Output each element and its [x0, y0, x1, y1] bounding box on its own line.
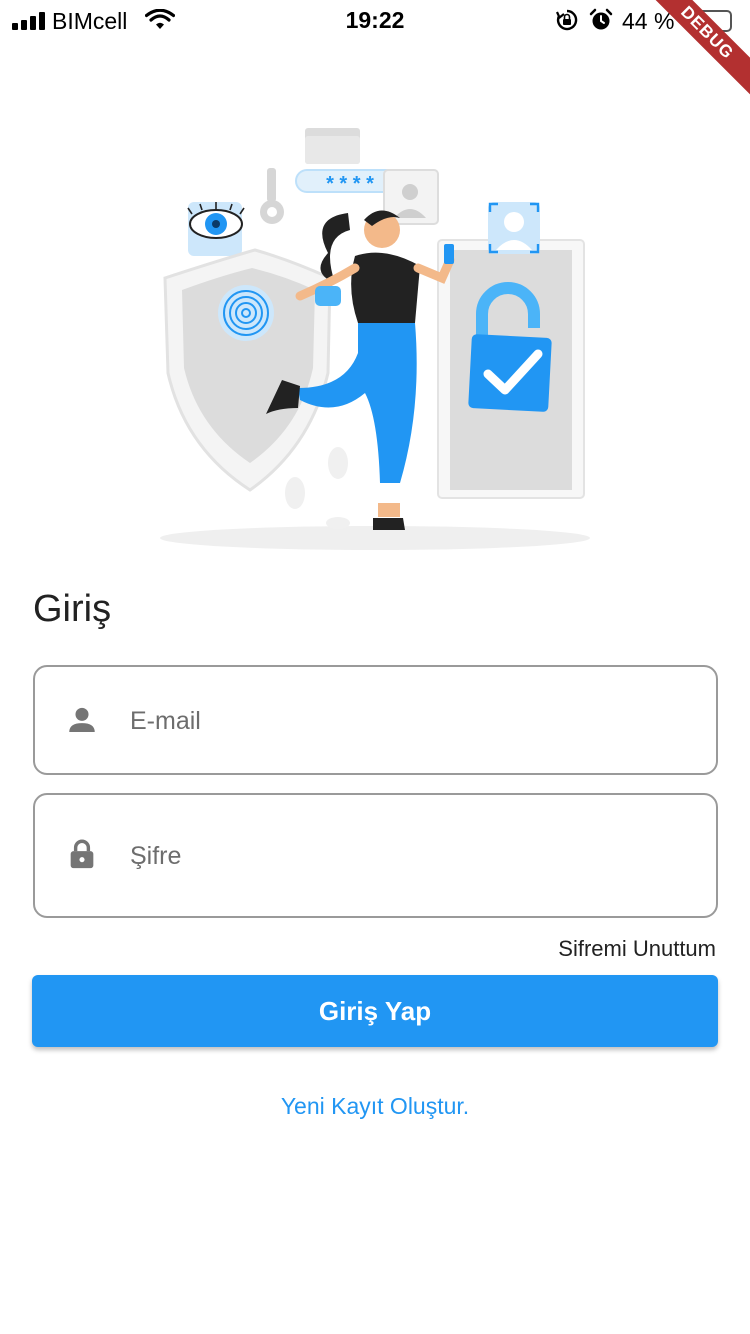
login-button[interactable]: Giriş Yap — [32, 975, 718, 1047]
password-field[interactable] — [33, 793, 718, 918]
forgot-password-link[interactable]: Sifremi Unuttum — [558, 936, 716, 962]
person-icon — [69, 707, 95, 733]
password-input[interactable] — [130, 836, 696, 876]
rotation-lock-icon — [556, 9, 578, 31]
email-input[interactable] — [130, 701, 696, 741]
page-title: Giriş — [33, 588, 112, 630]
register-link[interactable]: Yeni Kayıt Oluştur. — [0, 1093, 750, 1120]
lock-icon — [70, 839, 94, 869]
battery-percent: 44 % — [622, 8, 675, 34]
security-illustration: * * * * — [160, 128, 590, 550]
status-bar: BIMcell 19:22 44 % DEBUG — [0, 0, 750, 103]
email-field[interactable] — [33, 665, 718, 775]
alarm-icon — [589, 8, 613, 30]
svg-text:* * * *: * * * * — [326, 173, 374, 195]
